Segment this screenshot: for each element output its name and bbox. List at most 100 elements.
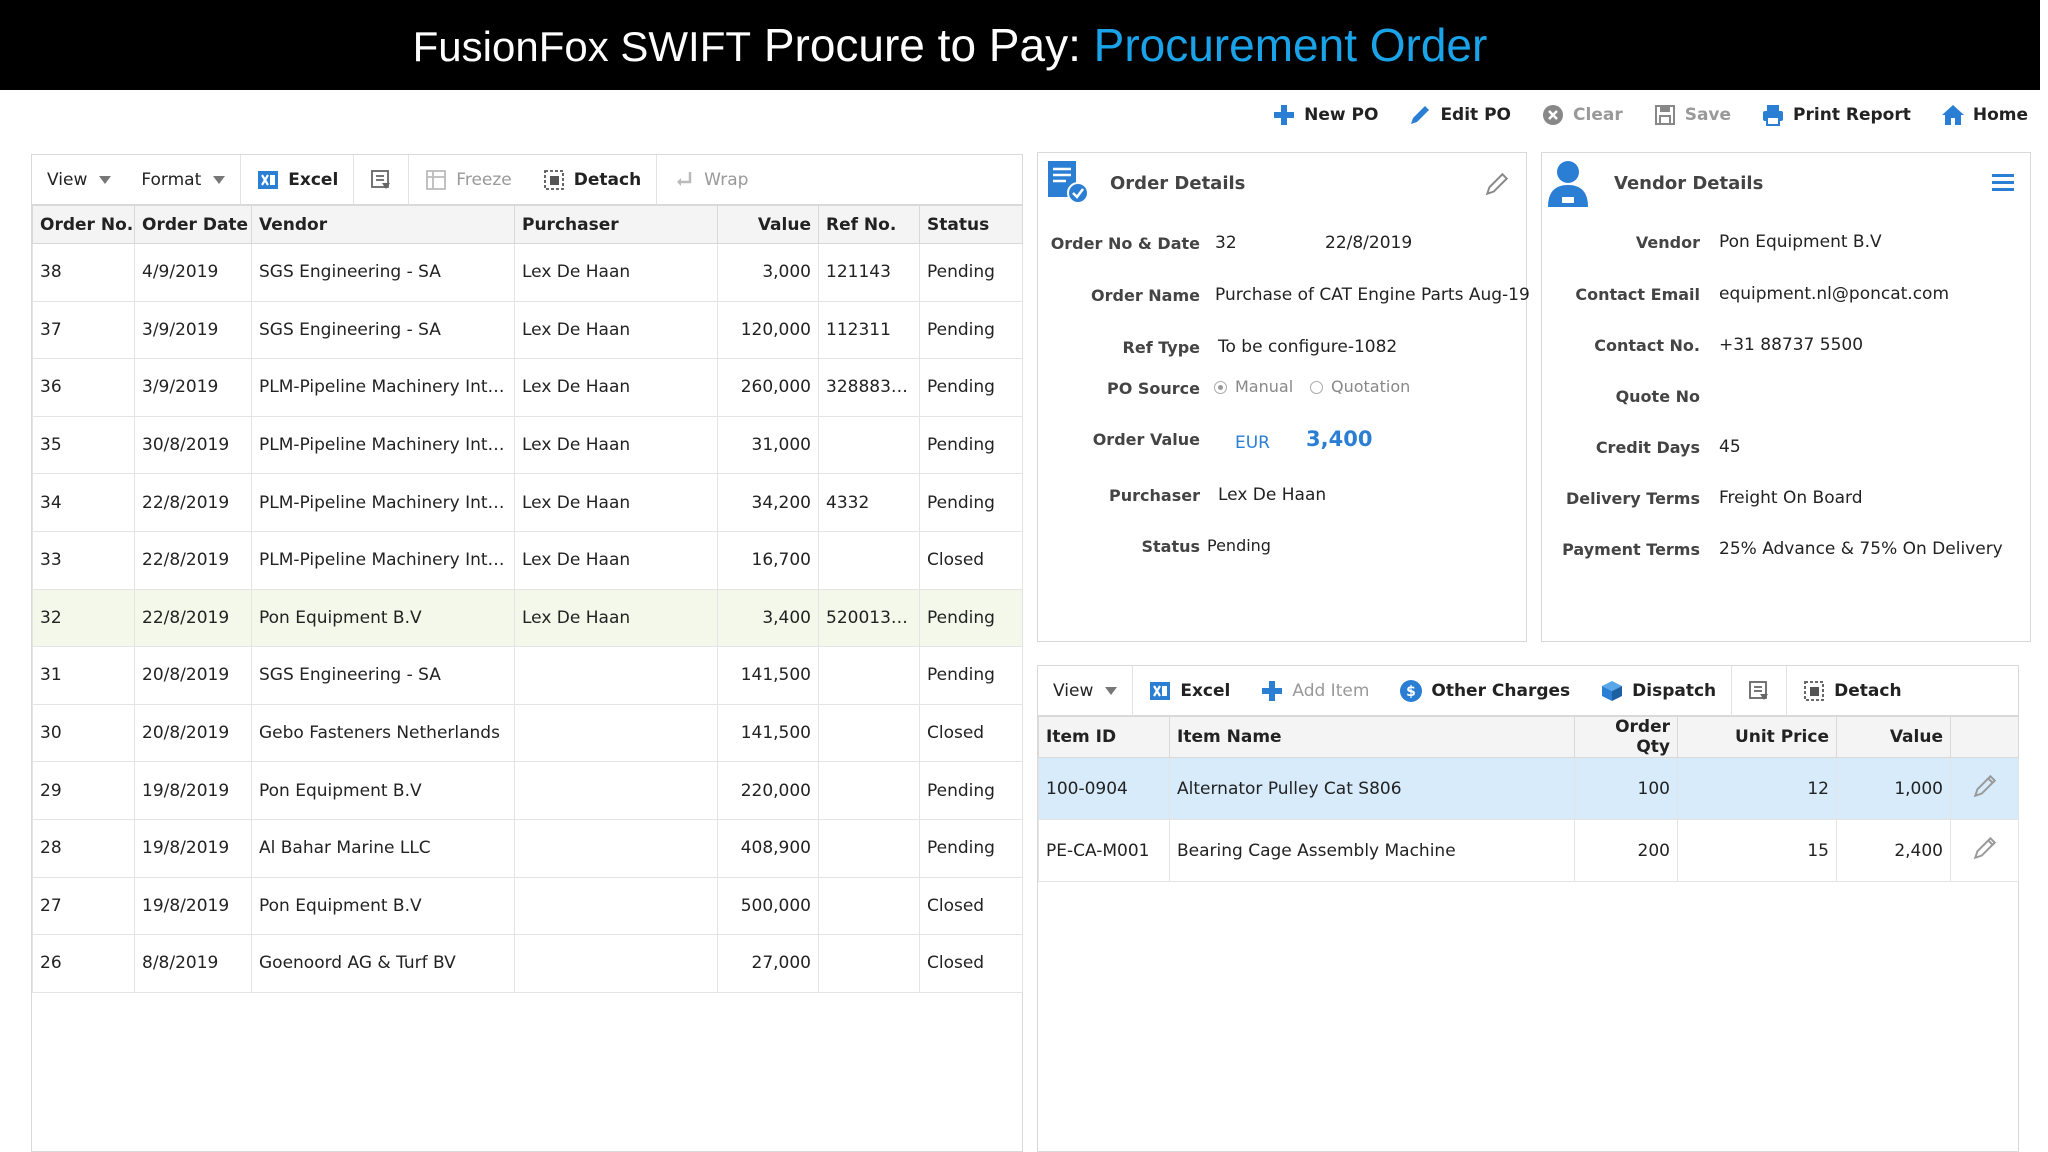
title-bar: FusionFox SWIFT Procure to Pay: Procurem… <box>0 0 2048 90</box>
pencil-icon[interactable] <box>1972 835 1998 861</box>
print-report-button[interactable]: Print Report <box>1761 103 1911 127</box>
freeze-button[interactable]: Freeze <box>409 155 526 204</box>
wrap-button[interactable]: Wrap <box>657 155 763 204</box>
dispatch-button[interactable]: Dispatch <box>1585 666 1731 715</box>
excel-export-button[interactable]: Excel <box>241 155 353 204</box>
items-detach-button[interactable]: Detach <box>1787 666 1916 715</box>
table-row[interactable]: 30 20/8/2019 Gebo Fasteners Netherlands 141… <box>32 703 1023 763</box>
status-cell: Pending <box>919 415 1023 475</box>
value-cell: 27,000 <box>717 934 819 993</box>
order-date-cell: 20/8/2019 <box>134 646 252 705</box>
orders-panel: View Format Excel Freeze Detach Wrap Ord… <box>31 154 1023 1152</box>
format-label: Format <box>141 169 202 190</box>
view-menu[interactable]: View <box>32 155 126 204</box>
value-cell: 3,000 <box>717 243 819 302</box>
view-label: View <box>47 169 88 190</box>
freeze-icon <box>426 169 447 190</box>
status-cell: Pending <box>919 761 1023 820</box>
vendor-cell: Al Bahar Marine LLC <box>251 818 515 878</box>
filter-icon <box>371 169 391 189</box>
edit-pencil-icon[interactable] <box>1484 171 1510 197</box>
new-po-button[interactable]: New PO <box>1272 103 1378 127</box>
col-unit-price[interactable]: Unit Price <box>1677 716 1837 758</box>
col-item-id[interactable]: Item ID <box>1038 716 1170 758</box>
table-row[interactable]: 38 4/9/2019 SGS Engineering - SA Lex De Haa… <box>32 243 1023 302</box>
table-row[interactable]: PE-CA-M001 Bearing Cage Assembly Machine 2… <box>1038 819 2019 882</box>
vendor-cell: Pon Equipment B.V <box>251 876 515 936</box>
col-vendor[interactable]: Vendor <box>251 205 515 244</box>
col-status[interactable]: Status <box>919 205 1023 244</box>
order-no-cell: 30 <box>32 703 135 763</box>
edit-po-label: Edit PO <box>1440 105 1512 125</box>
clear-button[interactable]: Clear <box>1541 103 1623 127</box>
table-row[interactable]: 37 3/9/2019 SGS Engineering - SA Lex De Haa… <box>32 300 1023 360</box>
col-item-value[interactable]: Value <box>1836 716 1951 758</box>
value-cell: 31,000 <box>717 415 819 475</box>
menu-icon[interactable] <box>1990 171 2016 195</box>
table-row[interactable]: 29 19/8/2019 Pon Equipment B.V 220,000 Pendi… <box>32 761 1023 820</box>
order-details-title: Order Details <box>1110 173 1246 194</box>
format-menu[interactable]: Format <box>126 155 240 204</box>
status-cell: Closed <box>919 876 1023 936</box>
add-item-button[interactable]: Add Item <box>1245 666 1384 715</box>
other-charges-label: Other Charges <box>1431 680 1571 701</box>
po-source-manual-radio[interactable]: Manual <box>1214 377 1293 396</box>
pencil-icon[interactable] <box>1972 773 1998 799</box>
col-order-qty[interactable]: Order Qty <box>1574 716 1678 758</box>
items-view-menu[interactable]: View <box>1038 666 1132 715</box>
vendor-details-card: Vendor Details Vendor Pon Equipment B.V … <box>1541 152 2031 642</box>
brand-name: FusionFox SWIFT <box>412 23 752 70</box>
col-ref-no[interactable]: Ref No. <box>818 205 920 244</box>
table-row[interactable]: 31 20/8/2019 SGS Engineering - SA 141,500 Pe… <box>32 646 1023 705</box>
order-date-cell: 22/8/2019 <box>134 530 252 590</box>
purchaser-cell <box>514 761 718 820</box>
order-no-cell: 32 <box>32 588 135 648</box>
home-button[interactable]: Home <box>1941 103 2028 127</box>
ref-no-cell: 121143 <box>818 243 920 302</box>
item-id-cell: 100-0904 <box>1038 757 1170 820</box>
col-order-date[interactable]: Order Date <box>134 205 252 244</box>
edit-po-button[interactable]: Edit PO <box>1408 103 1511 127</box>
table-row[interactable]: 27 19/8/2019 Pon Equipment B.V 500,000 Close… <box>32 876 1023 936</box>
dollar-coin-icon: $ <box>1400 679 1423 702</box>
items-detach-label: Detach <box>1834 680 1902 701</box>
items-filter-button[interactable] <box>1732 666 1786 715</box>
status-cell: Pending <box>919 358 1023 417</box>
table-row[interactable]: 33 22/8/2019 PLM-Pipeline Machinery Inter.… <box>32 530 1023 590</box>
table-row[interactable]: 100-0904 Alternator Pulley Cat S806 100 12 1… <box>1038 757 2019 820</box>
print-report-label: Print Report <box>1793 105 1911 125</box>
col-order-no[interactable]: Order No. <box>32 205 135 244</box>
col-actions <box>1950 716 2019 758</box>
add-item-label: Add Item <box>1292 680 1370 701</box>
table-row[interactable]: 26 8/8/2019 Goenoord AG & Turf BV 27,000 Clo… <box>32 934 1023 993</box>
detach-icon <box>1804 680 1825 701</box>
table-row[interactable]: 35 30/8/2019 PLM-Pipeline Machinery Inter.… <box>32 415 1023 475</box>
po-source-quotation-radio[interactable]: Quotation <box>1310 377 1410 396</box>
detach-button[interactable]: Detach <box>527 155 656 204</box>
filter-button[interactable] <box>354 155 408 204</box>
credit-days-value: 45 <box>1719 437 1741 457</box>
col-value[interactable]: Value <box>717 205 819 244</box>
table-row[interactable]: 32 22/8/2019 Pon Equipment B.V Lex De Haan 3… <box>32 588 1023 648</box>
ref-no-cell <box>818 530 920 590</box>
col-item-name[interactable]: Item Name <box>1169 716 1575 758</box>
purchaser-cell <box>514 934 718 993</box>
items-excel-button[interactable]: Excel <box>1133 666 1245 715</box>
purchaser-cell <box>514 646 718 705</box>
vendor-cell: SGS Engineering - SA <box>251 300 515 360</box>
clear-icon <box>1543 105 1564 125</box>
currency-value: EUR <box>1235 433 1270 453</box>
table-row[interactable]: 36 3/9/2019 PLM-Pipeline Machinery Inter..… <box>32 358 1023 417</box>
table-row[interactable]: 28 19/8/2019 Al Bahar Marine LLC 408,900 Pen… <box>32 818 1023 878</box>
contact-email-value: equipment.nl@poncat.com <box>1719 284 1950 304</box>
table-row[interactable]: 34 22/8/2019 PLM-Pipeline Machinery Inter.… <box>32 473 1023 532</box>
order-date-cell: 22/8/2019 <box>134 588 252 648</box>
save-button[interactable]: Save <box>1653 103 1731 127</box>
unit-price-cell: 12 <box>1677 757 1837 820</box>
chevron-down-icon <box>1105 686 1118 695</box>
col-purchaser[interactable]: Purchaser <box>514 205 718 244</box>
other-charges-button[interactable]: $ Other Charges <box>1384 666 1585 715</box>
window-edge <box>2040 0 2048 1152</box>
ref-no-cell <box>818 818 920 878</box>
status-cell: Closed <box>919 530 1023 590</box>
